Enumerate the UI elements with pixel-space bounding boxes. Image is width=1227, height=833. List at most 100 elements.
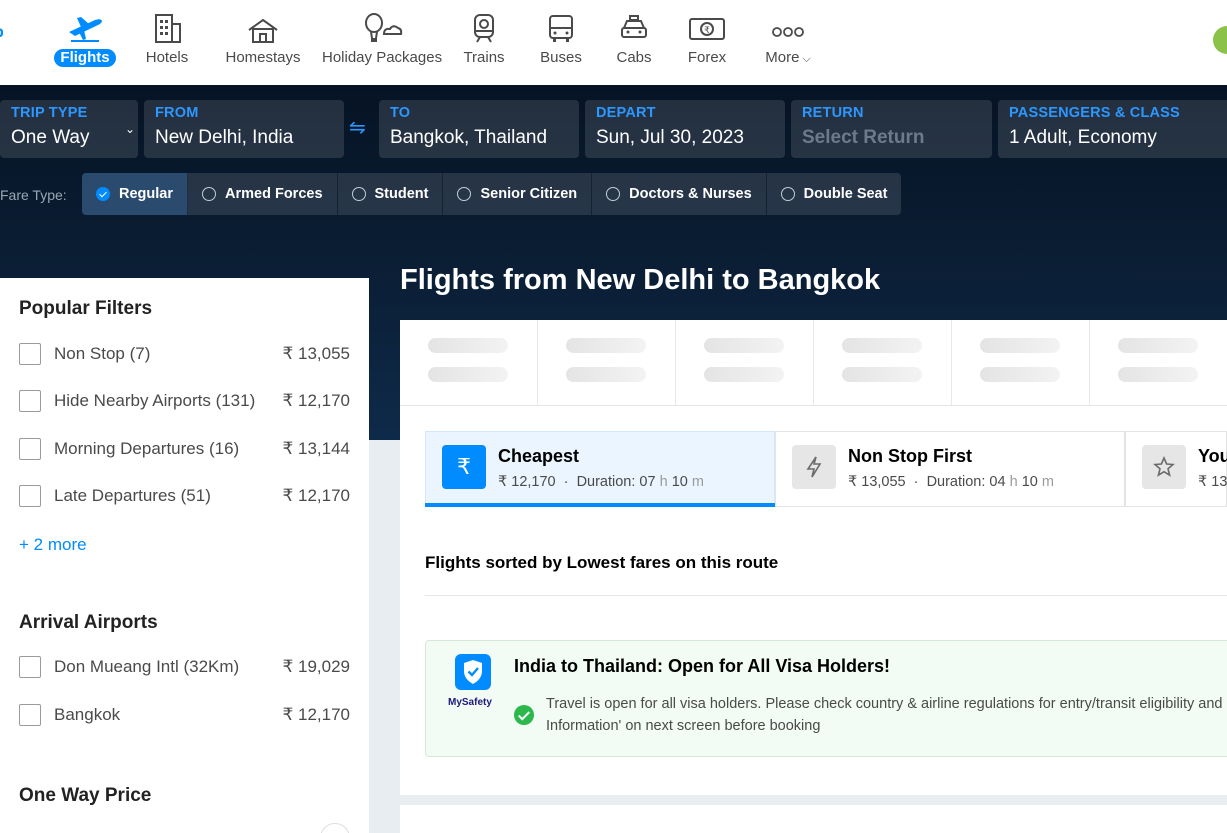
nav-hotels-label: Hotels — [145, 49, 189, 66]
filter-name: Morning Departures (16) — [54, 439, 240, 458]
radio-icon — [351, 187, 366, 201]
checkbox[interactable] — [19, 343, 41, 365]
fare-type-group: Regular Armed Forces Student Senior Citi… — [82, 173, 902, 215]
swap-icon[interactable]: ⇋ — [349, 115, 366, 140]
depart-field[interactable]: DEPART Sun, Jul 30, 2023 — [585, 100, 785, 158]
checkbox[interactable] — [19, 438, 41, 460]
checkbox[interactable] — [19, 390, 41, 412]
sort-tab-price: ₹ 13,055 — [848, 474, 906, 490]
fare-option-armed-forces[interactable]: Armed Forces — [188, 173, 338, 215]
avatar[interactable] — [1213, 26, 1227, 54]
passengers-value: 1 Adult, Economy — [1009, 127, 1157, 148]
nav-forex-label: Forex — [687, 49, 727, 66]
more-dots-icon — [738, 12, 838, 46]
fare-option-senior-citizen[interactable]: Senior Citizen — [443, 173, 593, 215]
next-results-card — [400, 805, 1227, 833]
date-fare-strip — [400, 320, 1227, 406]
sort-tab-title: You — [1198, 446, 1227, 466]
trip-type-label: TRIP TYPE — [11, 105, 88, 121]
sort-tab-duration: Duration: 04 — [926, 474, 1006, 490]
date-cell-loading[interactable] — [538, 320, 676, 406]
passengers-class-field[interactable]: PASSENGERS & CLASS 1 Adult, Economy — [998, 100, 1227, 158]
fare-option-label: Doctors & Nurses — [629, 186, 752, 202]
sort-tab-cheapest[interactable]: ₹ Cheapest ₹ 12,170 · Duration: 07 h 10 … — [425, 431, 775, 507]
advisory-line: Travel is open for all visa holders. Ple… — [546, 696, 1223, 712]
checkbox[interactable] — [19, 485, 41, 507]
advisory-title: India to Thailand: Open for All Visa Hol… — [514, 656, 891, 676]
filter-name: Bangkok — [54, 705, 121, 724]
rupee-icon: ₹ — [442, 445, 486, 489]
mysafety-brand: MySafety — [448, 697, 492, 708]
filter-row-late[interactable]: Late Departures (51) ₹ 12,170 — [19, 484, 350, 508]
from-field[interactable]: FROM New Delhi, India — [144, 100, 344, 158]
return-value: Select Return — [802, 127, 925, 148]
arrival-airports-title: Arrival Airports — [19, 612, 158, 633]
nav-trains-label: Trains — [463, 49, 505, 66]
nav-homestays-label: Homestays — [225, 49, 301, 66]
sort-tab-non-stop-first[interactable]: Non Stop First ₹ 13,055 · Duration: 04 h… — [775, 431, 1125, 507]
nav-cabs-label: Cabs — [616, 49, 652, 66]
checkbox[interactable] — [19, 704, 41, 726]
nav-homestays[interactable]: Homestays — [213, 12, 313, 74]
fare-option-label: Regular — [119, 186, 173, 202]
fare-option-double-seat[interactable]: Double Seat — [766, 173, 902, 215]
star-icon — [1142, 445, 1186, 489]
travel-advisory-banner: MySafety India to Thailand: Open for All… — [425, 640, 1227, 757]
page-title: Flights from New Delhi to Bangkok — [400, 264, 881, 296]
sort-tab-title: Non Stop First — [848, 446, 972, 466]
trip-type-select[interactable]: TRIP TYPE One Way ⌄ — [0, 100, 138, 158]
nav-holiday-packages-label: Holiday Packages — [322, 49, 443, 66]
date-cell-loading[interactable] — [814, 320, 952, 406]
sort-tab-you-may-prefer[interactable]: You ₹ 13 — [1125, 431, 1227, 507]
filter-row-morning[interactable]: Morning Departures (16) ₹ 13,144 — [19, 437, 350, 461]
to-field[interactable]: TO Bangkok, Thailand — [379, 100, 579, 158]
filters-sidebar: Popular Filters Non Stop (7) ₹ 13,055 Hi… — [0, 278, 369, 833]
checkbox[interactable] — [19, 656, 41, 678]
homestay-icon — [213, 12, 313, 46]
to-label: TO — [390, 105, 411, 121]
unit-minutes: m — [1041, 474, 1054, 490]
unit-hours: h — [659, 474, 668, 490]
filter-row-don-mueang[interactable]: Don Mueang Intl (32Km) ₹ 19,029 — [19, 655, 350, 679]
date-cell-loading[interactable] — [400, 320, 538, 406]
results-panel: ₹ Cheapest ₹ 12,170 · Duration: 07 h 10 … — [400, 320, 1227, 795]
fare-option-regular[interactable]: Regular — [82, 173, 188, 215]
nav-holiday-packages[interactable]: Holiday Packages — [322, 12, 442, 74]
sort-tab-meta: ₹ 12,170 · Duration: 07 h 10 m — [498, 474, 704, 490]
return-field[interactable]: RETURN Select Return — [791, 100, 992, 158]
logo-fragment[interactable]: p — [0, 24, 6, 42]
date-cell-loading[interactable] — [952, 320, 1090, 406]
return-label: RETURN — [802, 105, 864, 121]
advisory-line: Information' on next screen before booki… — [546, 718, 821, 734]
date-cell-loading[interactable] — [676, 320, 814, 406]
fare-option-label: Armed Forces — [225, 186, 323, 202]
fare-option-student[interactable]: Student — [337, 173, 444, 215]
nav-hotels[interactable]: Hotels — [117, 12, 217, 74]
holiday-packages-icon — [332, 12, 432, 46]
fare-option-label: Student — [374, 186, 429, 202]
sort-tabs: ₹ Cheapest ₹ 12,170 · Duration: 07 h 10 … — [425, 431, 1227, 507]
top-navigation: p Flights Hotels Homestays Holiday Packa… — [0, 0, 1227, 85]
filter-name: Late Departures (51) — [54, 486, 211, 505]
advisory-text: Travel is open for all visa holders. Ple… — [546, 693, 1227, 737]
filter-row-non-stop[interactable]: Non Stop (7) ₹ 13,055 — [19, 342, 350, 366]
filter-name: Don Mueang Intl (32Km) — [54, 657, 240, 676]
nav-flights-label: Flights — [54, 49, 116, 67]
duration-minutes: 10 — [671, 474, 688, 490]
sort-tab-duration: Duration: 07 — [576, 474, 656, 490]
nav-more[interactable]: More ⌵ — [738, 12, 838, 74]
radio-icon — [202, 187, 216, 201]
svg-text:₹: ₹ — [704, 26, 710, 36]
filter-price: ₹ 12,170 — [282, 705, 350, 724]
date-cell-loading[interactable] — [1090, 320, 1227, 406]
radio-icon — [780, 187, 795, 201]
fare-option-doctors-nurses[interactable]: Doctors & Nurses — [592, 173, 767, 215]
fare-option-label: Senior Citizen — [480, 186, 578, 202]
price-slider-handle[interactable] — [320, 823, 350, 833]
filter-price: ₹ 13,055 — [282, 344, 350, 363]
popular-filters-title: Popular Filters — [19, 298, 153, 319]
show-more-filters-link[interactable]: + 2 more — [19, 535, 87, 555]
filter-row-hide-nearby[interactable]: Hide Nearby Airports (131) ₹ 12,170 — [19, 389, 350, 413]
filter-row-bangkok[interactable]: Bangkok ₹ 12,170 — [19, 703, 350, 727]
filter-price: ₹ 19,029 — [282, 657, 350, 676]
